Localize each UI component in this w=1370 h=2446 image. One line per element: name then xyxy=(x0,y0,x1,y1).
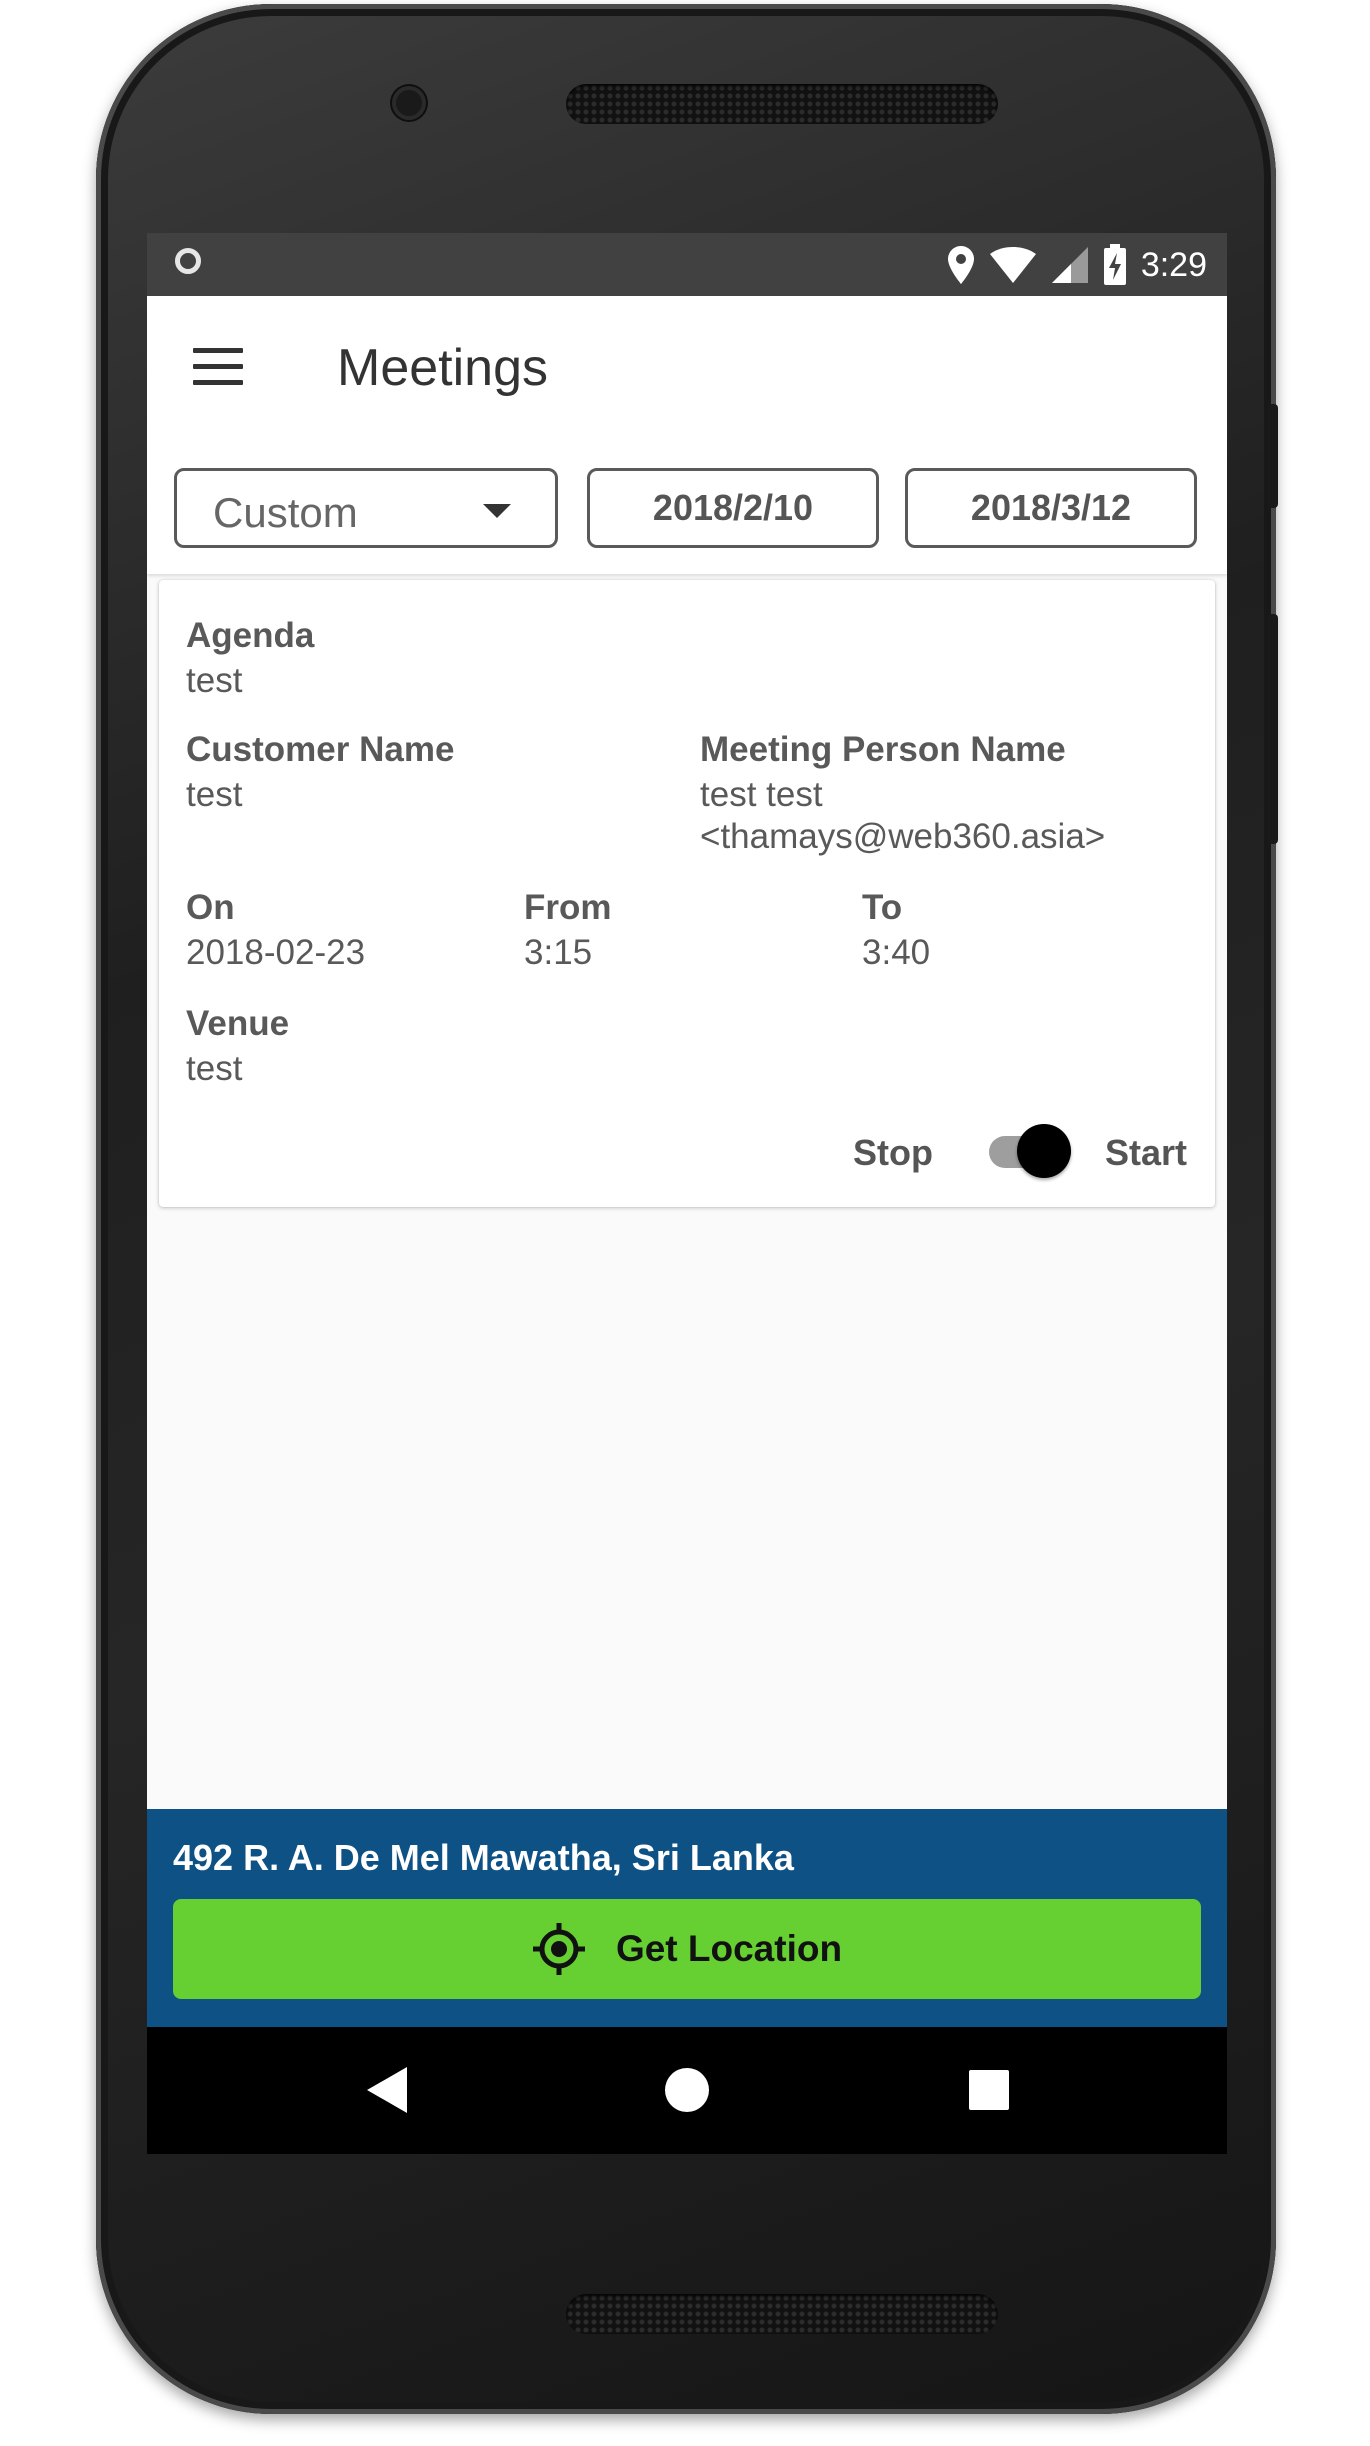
from-value: 3:15 xyxy=(524,933,593,972)
venue-value: test xyxy=(186,1049,243,1088)
status-bar: 3:29 xyxy=(147,233,1227,296)
switch-thumb xyxy=(1017,1124,1071,1178)
customer-name-value: test xyxy=(186,775,243,814)
status-time: 3:29 xyxy=(1140,245,1207,284)
notification-circle-icon xyxy=(175,248,201,274)
on-label: On xyxy=(186,888,235,927)
screen: 3:29 Meetings Custom 2018/2/10 2018/3/12… xyxy=(147,233,1227,2154)
current-address: 492 R. A. De Mel Mawatha, Sri Lanka xyxy=(173,1837,794,1878)
on-value: 2018-02-23 xyxy=(186,933,366,972)
power-button xyxy=(1268,404,1278,508)
wifi-icon xyxy=(989,247,1036,283)
meeting-card[interactable]: Agenda test Customer Name test Meeting P… xyxy=(159,580,1215,1207)
to-date-button[interactable]: 2018/3/12 xyxy=(905,468,1197,548)
page-title: Meetings xyxy=(337,339,548,397)
recents-square-icon[interactable] xyxy=(967,2065,1011,2115)
filter-row: Custom 2018/2/10 2018/3/12 xyxy=(147,444,1227,574)
customer-name-label: Customer Name xyxy=(186,730,455,769)
top-speaker xyxy=(566,84,998,124)
meeting-person-email: <thamays@web360.asia> xyxy=(700,817,1106,856)
period-select-value: Custom xyxy=(213,489,358,536)
meeting-person-name: test test xyxy=(700,775,823,814)
agenda-value: test xyxy=(186,661,243,700)
agenda-label: Agenda xyxy=(186,616,315,655)
to-value: 3:40 xyxy=(862,933,931,972)
venue-label: Venue xyxy=(186,1004,290,1043)
volume-button xyxy=(1268,614,1278,844)
gps-target-icon xyxy=(532,1923,585,1975)
front-camera xyxy=(392,86,426,120)
home-circle-icon[interactable] xyxy=(663,2065,711,2115)
get-location-button[interactable]: Get Location xyxy=(173,1899,1201,1999)
location-panel: 492 R. A. De Mel Mawatha, Sri Lanka Get … xyxy=(147,1809,1227,2027)
start-label: Start xyxy=(1105,1132,1188,1173)
dropdown-arrow-icon xyxy=(483,504,511,518)
navigation-bar xyxy=(147,2027,1227,2154)
signal-icon xyxy=(1051,247,1088,283)
back-triangle-icon[interactable] xyxy=(365,2065,409,2115)
to-label: To xyxy=(862,888,903,927)
from-label: From xyxy=(524,888,612,927)
battery-charging-icon xyxy=(1103,244,1126,285)
meeting-person-label: Meeting Person Name xyxy=(700,730,1066,769)
stop-label: Stop xyxy=(853,1132,933,1173)
status-icons: 3:29 xyxy=(947,241,1207,289)
from-date-button[interactable]: 2018/2/10 xyxy=(587,468,879,548)
bottom-speaker xyxy=(566,2294,998,2334)
stop-start-switch[interactable] xyxy=(987,1120,1073,1182)
hamburger-menu-icon[interactable] xyxy=(193,348,243,388)
period-select[interactable]: Custom xyxy=(174,468,558,548)
get-location-label: Get Location xyxy=(615,1928,843,1969)
location-pin-icon xyxy=(947,246,974,284)
app-bar: Meetings xyxy=(147,296,1227,444)
